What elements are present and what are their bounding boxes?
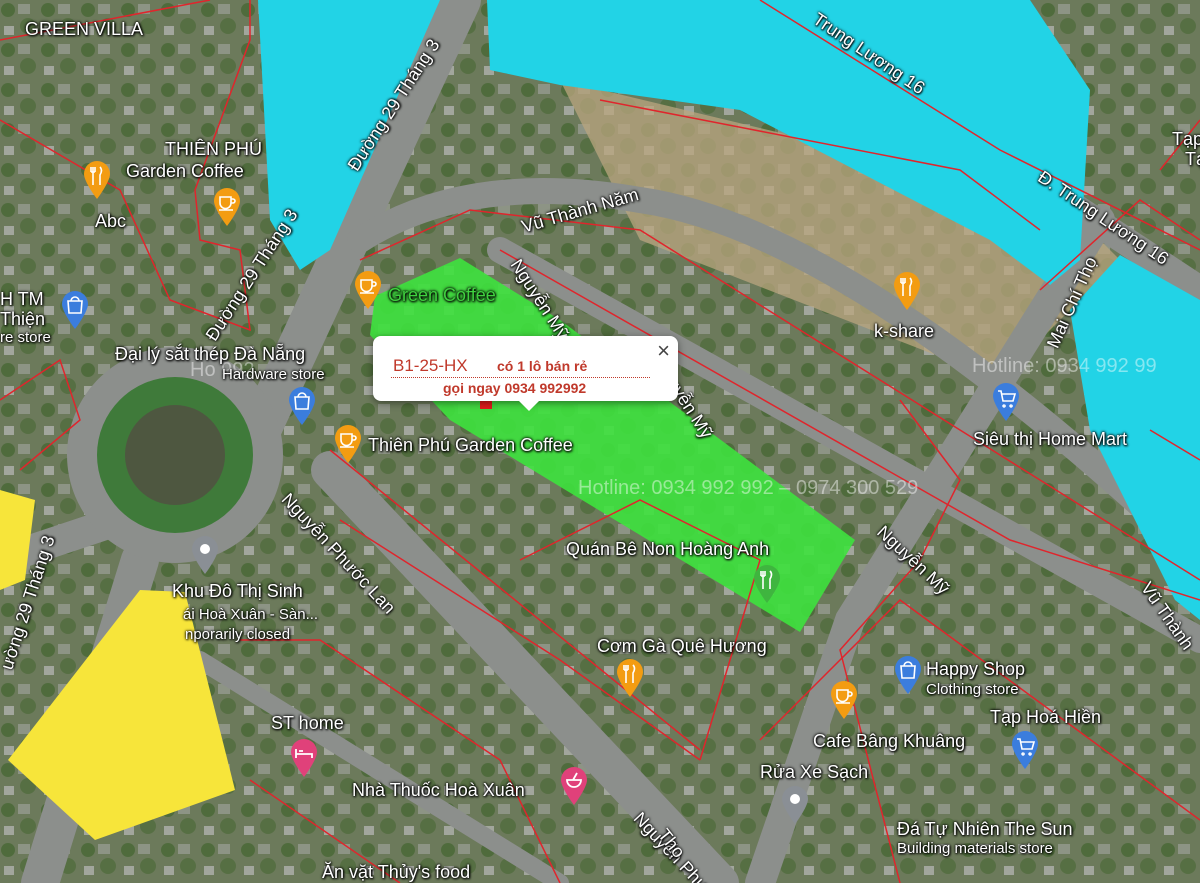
fork-knife-icon xyxy=(754,565,780,603)
hotline-watermark-right: Hotline: 0934 992 99 xyxy=(972,355,1157,377)
restaurant-pin-abc[interactable] xyxy=(82,160,112,200)
map-canvas[interactable]: Hotline: 0934 992 992 – 0974 300 529 Hot… xyxy=(0,0,1200,883)
shop-pin-happy-shop[interactable] xyxy=(893,655,923,695)
place-nha-thuoc-hoa-xuan[interactable]: Nhà Thuốc Hoà Xuân xyxy=(352,781,525,799)
coffee-pin-green-coffee[interactable] xyxy=(353,270,383,310)
lodging-pin-st-home[interactable] xyxy=(289,738,319,778)
coffee-pin-thien-phu[interactable] xyxy=(333,424,363,464)
place-abc[interactable]: Abc xyxy=(95,212,126,230)
coffee-cup-icon xyxy=(335,425,361,463)
fork-knife-icon xyxy=(617,659,643,697)
parcel-phone: gọi ngay 0934 992992 xyxy=(443,380,587,396)
selected-parcel-marker[interactable] xyxy=(480,400,492,409)
cart-pin-home-mart[interactable] xyxy=(991,382,1021,422)
shopping-bag-icon xyxy=(62,291,88,329)
restaurant-pin-com-ga[interactable] xyxy=(615,658,645,698)
place-rua-xe-sach[interactable]: Rửa Xe Sạch xyxy=(760,763,868,781)
fork-knife-icon xyxy=(894,272,920,310)
hotline-watermark-center: Hotline: 0934 992 992 – 0974 300 529 xyxy=(578,477,919,499)
place-happy-shop[interactable]: Happy Shop xyxy=(926,660,1025,678)
pin-rua-xe[interactable] xyxy=(780,785,810,825)
restaurant-pin-quan-be[interactable] xyxy=(752,564,782,604)
place-clothing-store-type: Clothing store xyxy=(926,681,1019,698)
place-khu-do-thi-line1[interactable]: Khu Đô Thị Sinh xyxy=(172,582,303,600)
place-st-home[interactable]: ST home xyxy=(271,714,344,732)
coffee-cup-icon xyxy=(831,681,857,719)
coffee-pin-garden-coffee[interactable] xyxy=(212,187,242,227)
coffee-pin-cafe-bang-khuang[interactable] xyxy=(829,680,859,720)
parcel-info-popup: B1-25-HX có 1 lô bán rẻ gọi ngay 0934 99… xyxy=(373,336,678,411)
place-thien-phu-garden-coffee[interactable]: Thiên Phú Garden Coffee xyxy=(368,436,573,454)
place-tm-line2[interactable]: Thiện xyxy=(0,310,45,328)
place-cafe-bang-khuang[interactable]: Cafe Bâng Khuâng xyxy=(813,732,965,750)
shopping-bag-icon xyxy=(289,387,315,425)
place-sieu-thi-home-mart[interactable]: Siêu thị Home Mart xyxy=(973,430,1127,448)
cart-pin-tap-hoa[interactable] xyxy=(1010,730,1040,770)
shopping-cart-icon xyxy=(1012,731,1038,769)
coffee-cup-icon xyxy=(214,188,240,226)
place-com-ga-que-huong[interactable]: Cơm Gà Quê Hương xyxy=(597,637,767,655)
place-da-tu-nhien-the-sun[interactable]: Đá Tự Nhiên The Sun xyxy=(897,820,1072,838)
place-green-villa[interactable]: GREEN VILLA xyxy=(25,20,143,38)
place-ta-right[interactable]: Tạ xyxy=(1185,150,1200,168)
map-pin-icon xyxy=(782,786,808,824)
place-quan-be-non[interactable]: Quán Bê Non Hoàng Anh xyxy=(566,540,769,558)
place-k-share[interactable]: k-share xyxy=(874,322,934,340)
place-khu-do-thi-line2[interactable]: ái Hoà Xuân - Sàn... xyxy=(183,607,318,622)
shop-pin-tm[interactable] xyxy=(60,290,90,330)
parcel-description: có 1 lô bán rẻ xyxy=(497,358,588,374)
restaurant-pin-k-share[interactable] xyxy=(892,271,922,311)
close-icon[interactable]: × xyxy=(657,340,670,362)
place-building-materials-type: Building materials store xyxy=(897,840,1053,857)
shopping-cart-icon xyxy=(993,383,1019,421)
place-tap-right[interactable]: Tạp xyxy=(1172,130,1200,148)
pharmacy-pin-nha-thuoc[interactable] xyxy=(559,766,589,806)
place-khu-do-thi-status: nporarily closed xyxy=(185,626,291,643)
place-tm-line3: re store xyxy=(0,329,51,346)
parcel-code: B1-25-HX xyxy=(393,356,468,375)
pin-khu-do-thi[interactable] xyxy=(190,535,220,575)
bed-icon xyxy=(291,739,317,777)
mortar-pestle-icon xyxy=(561,767,587,805)
place-tm-line1[interactable]: H TM xyxy=(0,290,44,308)
map-pin-icon xyxy=(192,536,218,574)
place-green-coffee[interactable]: Green Coffee xyxy=(388,286,496,304)
place-an-vat-thuy-food[interactable]: Ăn vặt Thủy's food xyxy=(322,863,470,881)
place-thien-phu-top[interactable]: THIÊN PHÚ xyxy=(165,140,262,158)
shopping-bag-icon xyxy=(895,656,921,694)
fork-knife-icon xyxy=(84,161,110,199)
place-garden-coffee[interactable]: Garden Coffee xyxy=(126,162,244,180)
place-tap-hoa-hien[interactable]: Tạp Hoá Hiền xyxy=(990,708,1101,726)
place-dai-ly-sat-thep[interactable]: Đại lý sắt thép Đà Nẵng xyxy=(115,345,305,363)
place-hardware-store-type: Hardware store xyxy=(222,366,325,383)
shop-pin-hardware[interactable] xyxy=(287,386,317,426)
coffee-cup-icon xyxy=(355,271,381,309)
popup-divider xyxy=(391,377,650,378)
